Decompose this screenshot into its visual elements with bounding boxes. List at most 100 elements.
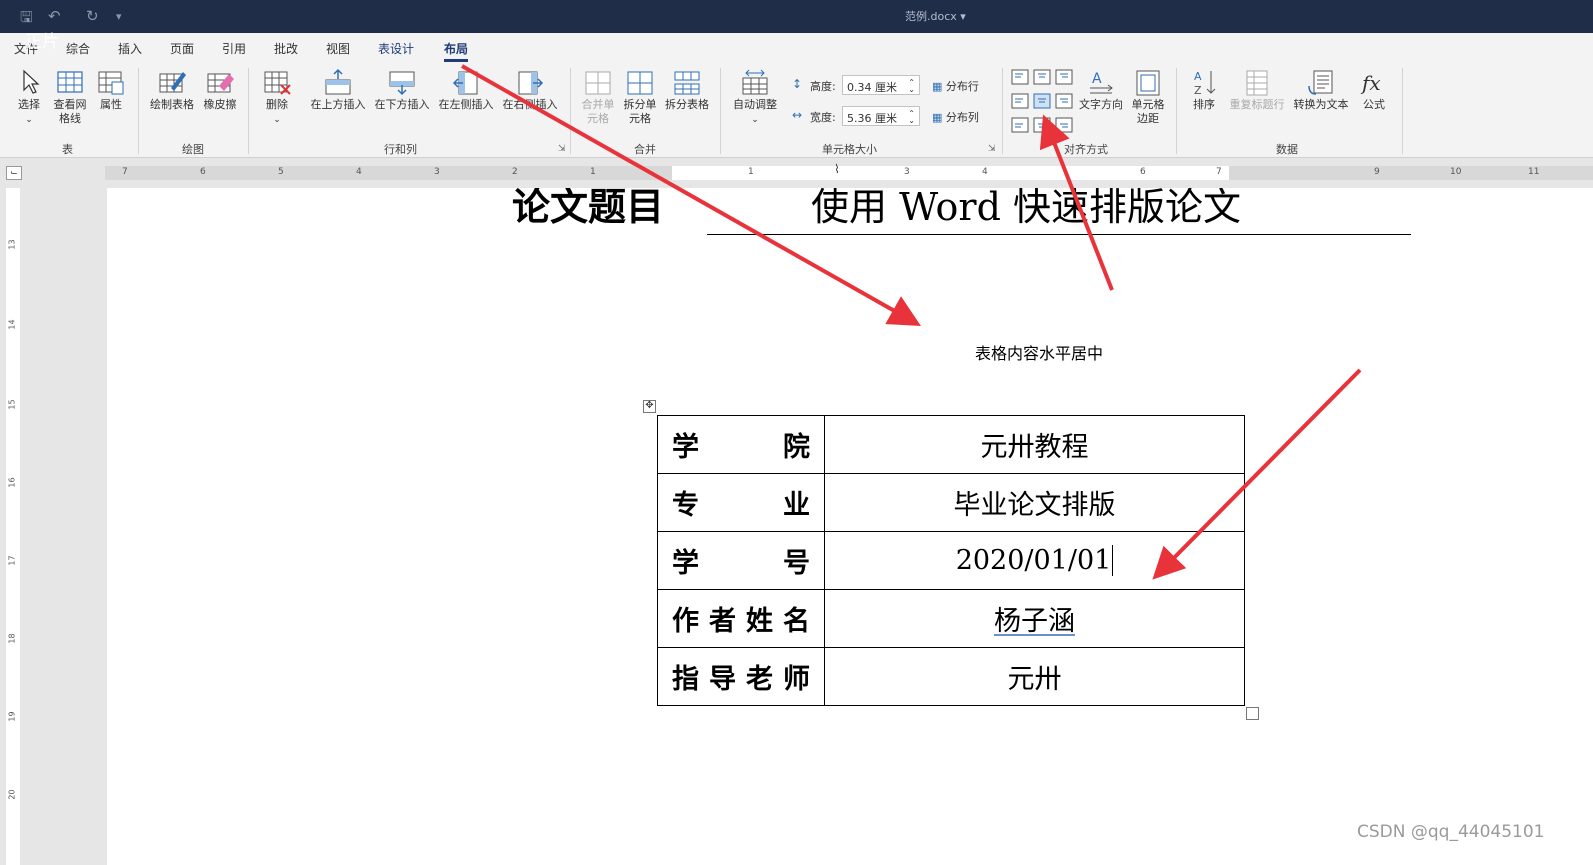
label-char: 名 [783, 606, 810, 637]
distribute-rows-button[interactable]: ▦ 分布行 [932, 78, 979, 94]
sort-label: 排序 [1193, 98, 1215, 111]
ruler-number: 13 [7, 239, 17, 250]
redo-icon[interactable]: ↻ [86, 7, 99, 25]
table-cell-value[interactable]: 毕业论文排版 [824, 473, 1245, 532]
grid-icon [57, 71, 83, 93]
table-cell-value[interactable]: 元卅教程 [824, 415, 1245, 474]
table-cell-label[interactable]: 作者姓名 [657, 589, 825, 648]
delete-button[interactable]: 删除 ⌄ [258, 68, 296, 127]
width-input[interactable]: 5.36 厘米 ⌃ ⌄ [842, 106, 920, 126]
table-resize-handle[interactable] [1246, 707, 1259, 720]
table-cell-label[interactable]: 学号 [657, 531, 825, 590]
split-table-button[interactable]: 拆分表格 [662, 68, 712, 112]
group-label-table: 表 [62, 143, 73, 156]
tab-general[interactable]: 综合 [66, 40, 90, 57]
delete-label: 删除 [266, 98, 288, 111]
insert-below-label: 在下方插入 [374, 98, 430, 111]
table-cell-value[interactable]: 2020/01/01​ [824, 531, 1245, 590]
tab-insert[interactable]: 插入 [118, 40, 142, 57]
properties-button[interactable]: 属性 [94, 68, 128, 112]
document-title[interactable]: 范例.docx ▾ [905, 8, 966, 24]
vertical-ruler-strip [6, 188, 20, 865]
convert-to-text-label: 转换为文本 [1293, 98, 1349, 111]
split-cells-icon [627, 71, 653, 95]
tab-view[interactable]: 视图 [326, 40, 350, 57]
text-direction-button[interactable]: A 文字方向 [1076, 68, 1126, 112]
dialog-launcher-icon[interactable]: ⇲ [988, 144, 996, 154]
title-underline [707, 234, 1411, 235]
document-page[interactable]: 论文题目 使用 Word 快速排版论文 表格内容水平居中 ✥ 学院 元卅教程 专… [107, 188, 1593, 865]
select-button[interactable]: 选择 ⌄ [12, 68, 46, 127]
svg-text:A: A [1092, 71, 1102, 87]
width-value: 5.36 厘米 [847, 112, 897, 125]
ruler-number: 20 [7, 789, 17, 800]
cell-margins-button[interactable]: 单元格边距 [1126, 68, 1170, 126]
alignment-icons [1011, 69, 1073, 133]
tab-review[interactable]: 批改 [274, 40, 298, 57]
sort-button[interactable]: AZ 排序 [1184, 68, 1224, 112]
split-table-icon [674, 71, 700, 95]
insert-below-button[interactable]: 在下方插入 [370, 68, 434, 112]
height-input[interactable]: 0.34 厘米 ⌃ ⌄ [842, 75, 920, 95]
eraser-button[interactable]: 橡皮擦 [200, 68, 240, 112]
ruler-number: 7 [1216, 167, 1222, 177]
insert-above-button[interactable]: 在上方插入 [306, 68, 370, 112]
label-char: 作 [672, 606, 699, 637]
customize-icon[interactable]: ▾ [116, 10, 122, 23]
select-label: 选择 [18, 98, 40, 111]
insert-left-button[interactable]: 在左侧插入 [434, 68, 498, 112]
group-label-data: 数据 [1276, 143, 1298, 156]
credit-watermark: CSDN @qq_44045101 [1357, 822, 1545, 842]
insert-right-button[interactable]: 在右侧插入 [498, 68, 562, 112]
group-divider [1402, 68, 1403, 154]
group-label-cell-size: 单元格大小 [822, 143, 877, 156]
ruler-number: 4 [982, 167, 988, 177]
table-cell-value[interactable]: 元卅 [824, 647, 1245, 706]
label-char: 导 [709, 664, 736, 695]
vertical-ruler[interactable]: 13 14 15 16 17 18 19 20 [0, 188, 28, 865]
table-move-handle-icon[interactable]: ✥ [643, 400, 656, 413]
info-table[interactable]: 学院 元卅教程 专业 毕业论文排版 学号 2020/01/01​ 作者姓名 杨子… [657, 415, 1245, 706]
text-direction-icon: A [1090, 71, 1113, 94]
distribute-cols-button[interactable]: ▦ 分布列 [932, 109, 979, 125]
gridlines-label: 查看网格线 [53, 98, 87, 125]
table-cell-label[interactable]: 指导老师 [657, 647, 825, 706]
autofit-button[interactable]: 自动调整 ⌄ [728, 68, 782, 127]
draw-table-button[interactable]: 绘制表格 [146, 68, 198, 112]
repeat-header-button[interactable]: 重复标题行 [1226, 68, 1288, 112]
label-char: 学 [672, 432, 699, 463]
heading-label: 论文题目 [512, 188, 665, 229]
tab-layout[interactable]: 布局 [444, 40, 469, 62]
ruler-number: 3 [434, 167, 440, 177]
repeat-header-icon [1246, 70, 1268, 96]
undo-icon[interactable]: ↶ [48, 7, 61, 25]
table-properties-icon [98, 71, 124, 95]
tab-selector[interactable]: ⌙ [6, 166, 22, 180]
tab-references[interactable]: 引用 [222, 40, 246, 57]
height-icon: ↕ [792, 77, 803, 91]
tab-table-design[interactable]: 表设计 [378, 40, 414, 57]
dialog-launcher-icon[interactable]: ⇲ [558, 144, 566, 154]
indent-marker-icon[interactable]: ⌇ [834, 162, 840, 176]
merge-cells-button[interactable]: 合并单元格 [578, 68, 618, 126]
label-char: 师 [783, 664, 810, 695]
autofit-icon [742, 69, 768, 95]
table-cell-value[interactable]: 杨子涵 [824, 589, 1245, 648]
formula-button[interactable]: fx 公式 [1356, 68, 1392, 112]
horizontal-ruler[interactable]: ⌙ 7 6 5 4 3 2 1 1 3 4 6 7 9 10 11 ⌇ [0, 158, 1593, 188]
svg-text:A: A [1194, 70, 1202, 83]
cell-text: 杨子涵 [994, 606, 1075, 637]
repeat-header-label: 重复标题行 [1229, 98, 1285, 111]
tab-page[interactable]: 页面 [170, 40, 194, 57]
table-cell-label[interactable]: 专业 [657, 473, 825, 532]
table-cell-label[interactable]: 学院 [657, 415, 825, 474]
ruler-number: 16 [7, 477, 17, 488]
ruler-number: 5 [278, 167, 284, 177]
split-cells-button[interactable]: 拆分单元格 [620, 68, 660, 126]
view-gridlines-button[interactable]: 查看网格线 [50, 68, 90, 126]
formula-label: 公式 [1363, 98, 1385, 111]
convert-to-text-button[interactable]: 转换为文本 [1290, 68, 1352, 112]
merge-cells-label: 合并单元格 [581, 98, 615, 125]
ruler-number: 10 [1450, 167, 1462, 177]
ruler-number: 2 [512, 167, 518, 177]
